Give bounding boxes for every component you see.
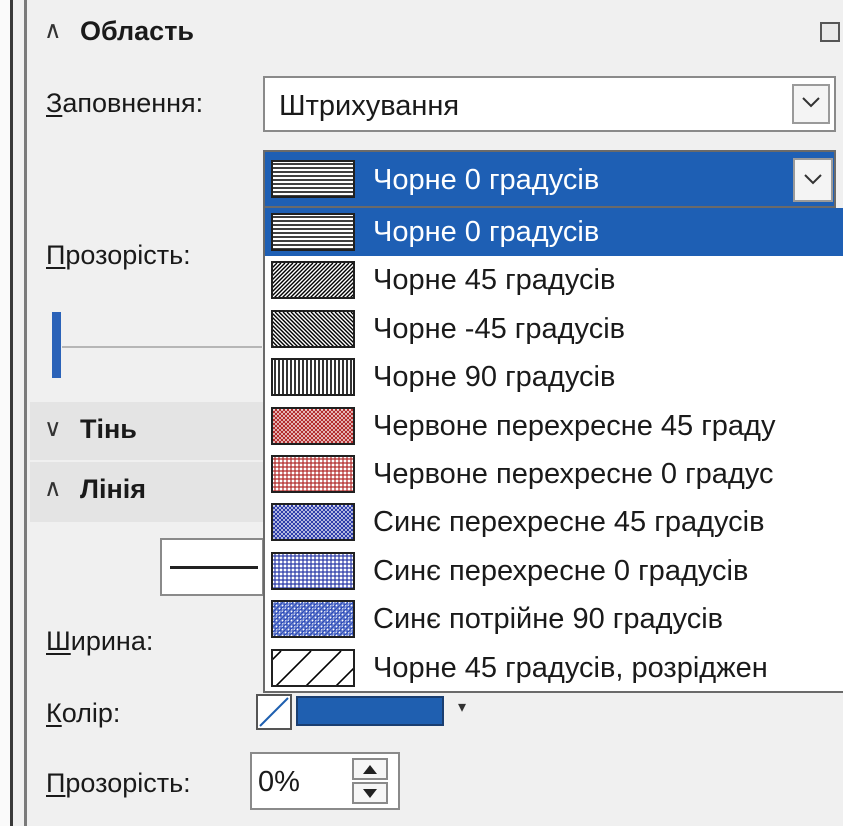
arrow-up-icon [363, 765, 377, 774]
hatch-option-label: Чорне 45 градусів [373, 264, 616, 297]
hatch-dropdown-button[interactable] [793, 158, 833, 202]
hatch-pattern-swatch [271, 455, 355, 493]
line-style-preview [170, 566, 258, 569]
line-width-label: Ширина: [46, 626, 154, 656]
chevron-up-icon: ∧ [44, 475, 62, 502]
hatch-pattern-swatch [271, 551, 355, 590]
hatch-option[interactable]: Червоне перехресне 0 градус [265, 450, 843, 498]
hatch-option-label: Синє потрійне 90 градусів [373, 603, 724, 636]
line-transparency-label: Прозорість: [46, 768, 191, 798]
hatch-option-label: Чорне 90 градусів [373, 361, 616, 394]
hatch-option-label: Синє перехресне 45 градусів [373, 506, 765, 539]
hatch-option[interactable]: Синє перехресне 45 градусів [265, 498, 843, 546]
hatch-option[interactable]: Чорне 45 градусів [265, 256, 843, 304]
line-transparency-spinner[interactable]: 0% [250, 752, 400, 810]
transparency-slider-handle[interactable] [52, 312, 61, 378]
color-dropdown-arrow-icon[interactable]: ▾ [458, 698, 466, 718]
sidebar-panel: ∧ Область Заповнення: Штрихування Прозор… [0, 0, 843, 826]
panel-left-edge [0, 0, 10, 826]
hatch-option-label: Чорне -45 градусів [373, 312, 626, 345]
panel-inner-border [24, 0, 27, 826]
section-area-header[interactable]: ∧ Область [30, 4, 843, 60]
hatch-option[interactable]: Чорне 0 градусів [265, 208, 843, 256]
transparency-slider-track[interactable] [62, 346, 262, 348]
hatch-select[interactable]: Чорне 0 градусів [263, 150, 836, 208]
hatch-option-label: Чорне 45 градусів, розріджен [373, 651, 768, 684]
fill-type-value: Штрихування [279, 90, 460, 122]
hatch-pattern-swatch [271, 600, 355, 639]
hatch-pattern-swatch [271, 648, 355, 687]
more-options-icon[interactable] [820, 22, 840, 42]
hatch-pattern-swatch [271, 406, 355, 445]
hatch-pattern-swatch [271, 213, 355, 251]
chevron-up-icon: ∧ [44, 17, 62, 44]
hatch-selected-value: Чорне 0 градусів [373, 164, 600, 196]
hatch-option[interactable]: Чорне 90 градусів [265, 353, 843, 401]
arrow-down-icon [363, 789, 377, 798]
area-transparency-label: Прозорість: [46, 240, 191, 270]
fill-type-dropdown-button[interactable] [792, 84, 830, 124]
spinner-up-button[interactable] [352, 758, 388, 780]
hatch-options-list: Чорне 0 градусів Чорне 45 градусів Чорне -… [263, 208, 843, 693]
fill-label: Заповнення: [46, 88, 204, 118]
chevron-down-icon [802, 97, 820, 108]
chevron-down-icon [804, 174, 822, 185]
line-color-label: Колір: [46, 698, 121, 728]
hatch-option[interactable]: Синє потрійне 90 градусів [265, 595, 843, 643]
hatch-option-label: Чорне 0 градусів [373, 216, 600, 248]
no-color-icon[interactable] [256, 694, 292, 730]
hatch-option-label: Червоне перехресне 0 градус [373, 458, 774, 490]
section-area-title: Область [80, 16, 195, 46]
chevron-down-icon: ∨ [44, 415, 62, 442]
fill-type-select[interactable]: Штрихування [263, 76, 836, 132]
spinner-down-button[interactable] [352, 782, 388, 804]
panel-border [10, 0, 13, 826]
hatch-option-label: Червоне перехресне 45 граду [373, 409, 776, 442]
hatch-option[interactable]: Чорне -45 градусів [265, 305, 843, 353]
hatch-option[interactable]: Синє перехресне 0 градусів [265, 547, 843, 595]
section-shadow-title: Тінь [80, 414, 137, 444]
hatch-option-label: Синє перехресне 0 градусів [373, 554, 749, 587]
line-color-swatch[interactable] [296, 696, 444, 726]
hatch-pattern-swatch [271, 503, 355, 542]
hatch-pattern-swatch [271, 358, 355, 397]
line-style-select[interactable] [160, 538, 264, 596]
line-transparency-value: 0% [258, 766, 300, 798]
hatch-pattern-swatch [271, 261, 355, 300]
hatch-option[interactable]: Чорне 45 градусів, розріджен [265, 644, 843, 691]
hatch-option[interactable]: Червоне перехресне 45 граду [265, 402, 843, 450]
hatch-preview-swatch [271, 160, 355, 198]
hatch-pattern-swatch [271, 309, 355, 348]
section-line-title: Лінія [80, 474, 147, 504]
